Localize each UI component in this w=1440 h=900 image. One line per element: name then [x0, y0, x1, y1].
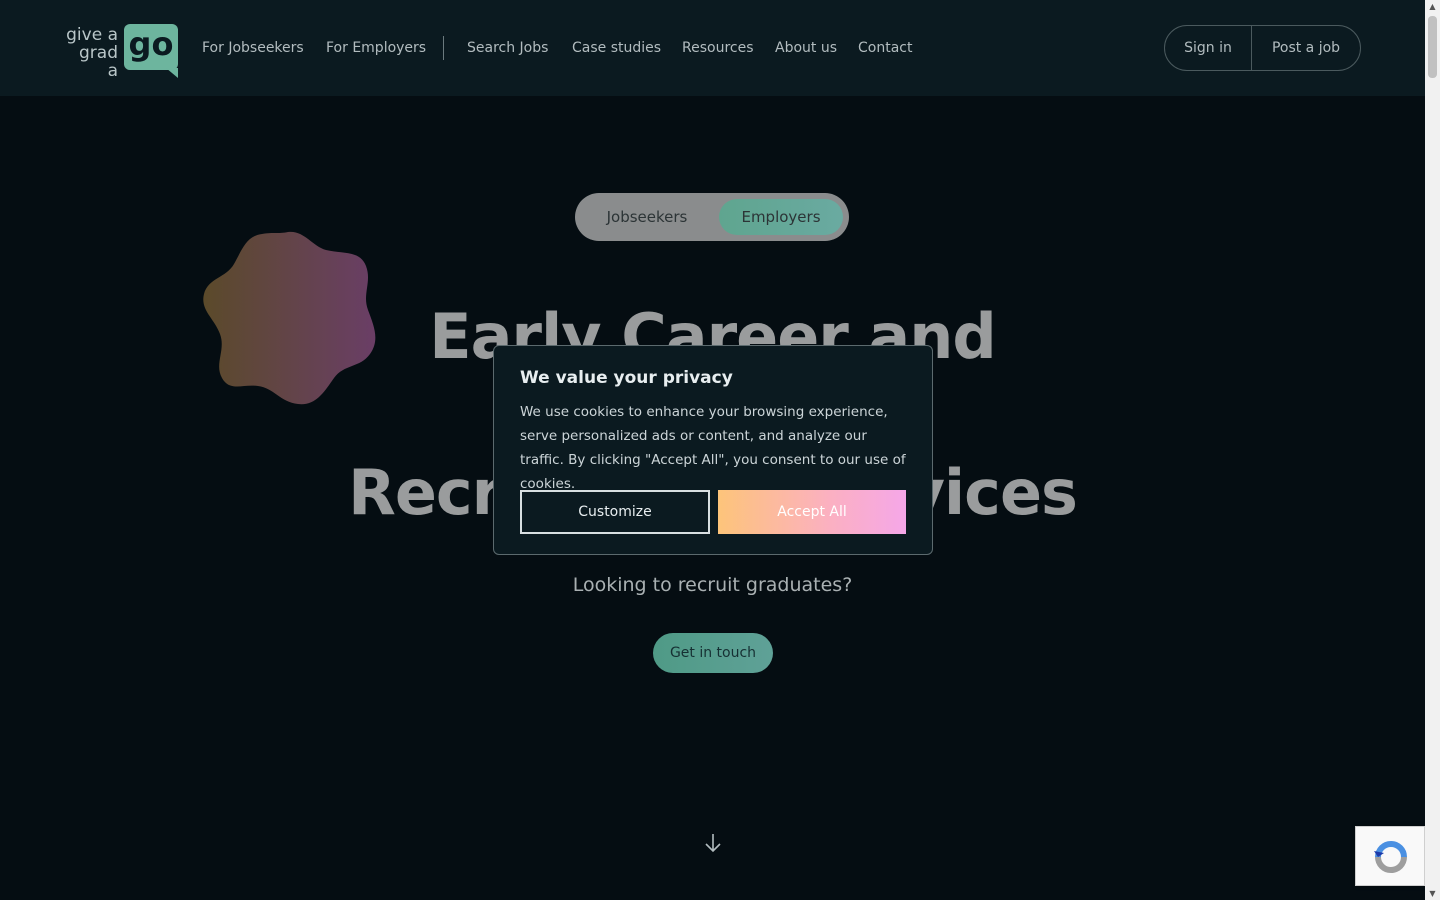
page-scrollbar[interactable]: ▲ ▼	[1425, 0, 1440, 900]
audience-toggle: Jobseekers Employers	[575, 193, 849, 241]
sign-in-button[interactable]: Sign in	[1165, 26, 1251, 70]
nav-for-employers[interactable]: For Employers	[326, 38, 426, 58]
cookie-dialog-title: We value your privacy	[520, 368, 733, 388]
nav-resources[interactable]: Resources	[682, 38, 754, 58]
scroll-down-icon[interactable]: ▼	[1428, 889, 1437, 898]
nav-search-jobs[interactable]: Search Jobs	[467, 38, 548, 58]
recaptcha-icon	[1374, 841, 1407, 873]
arrow-down-icon[interactable]	[703, 832, 723, 854]
hero-subtitle: Looking to recruit graduates?	[572, 574, 853, 596]
logo[interactable]: give a grad a go	[64, 24, 178, 80]
scroll-thumb[interactable]	[1428, 16, 1437, 78]
nav-divider	[443, 36, 444, 60]
logo-line2: grad a	[79, 43, 118, 81]
cookie-dialog-body: We use cookies to enhance your browsing …	[520, 404, 906, 492]
scroll-up-icon[interactable]: ▲	[1428, 2, 1437, 11]
cookie-consent-dialog: We value your privacy We use cookies to …	[493, 345, 933, 555]
site-header: give a grad a go For Jobseekers For Empl…	[0, 0, 1425, 96]
toggle-employers[interactable]: Employers	[719, 199, 843, 235]
recaptcha-badge[interactable]	[1355, 826, 1425, 886]
auth-buttons: Sign in Post a job	[1164, 25, 1361, 71]
nav-about-us[interactable]: About us	[775, 38, 837, 58]
post-job-button[interactable]: Post a job	[1252, 26, 1360, 70]
nav-contact[interactable]: Contact	[858, 38, 912, 58]
toggle-jobseekers[interactable]: Jobseekers	[581, 199, 713, 235]
cookie-dialog-actions: Customize Accept All	[520, 490, 906, 534]
logo-mark: go	[128, 25, 174, 63]
nav-case-studies[interactable]: Case studies	[572, 38, 661, 58]
logo-line1: give a	[66, 25, 118, 45]
customize-button[interactable]: Customize	[520, 490, 710, 534]
accept-all-button[interactable]: Accept All	[718, 490, 906, 534]
nav-for-jobseekers[interactable]: For Jobseekers	[202, 38, 304, 58]
get-in-touch-button[interactable]: Get in touch	[653, 633, 773, 673]
logo-bubble: go	[124, 24, 178, 78]
logo-wordmark: give a grad a	[64, 26, 118, 80]
